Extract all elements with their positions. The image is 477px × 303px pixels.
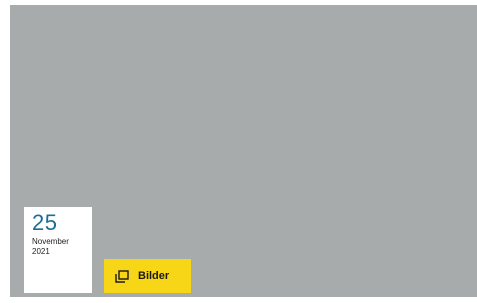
date-day: 25 [32,210,58,235]
gallery-button[interactable]: Bilder [104,259,191,293]
date-badge: 25 November 2021 [24,207,92,293]
date-year: 2021 [32,247,50,256]
teaser-image-card[interactable]: 25 November 2021 Bilder [10,5,477,297]
gallery-icon [115,269,129,283]
date-month: November [32,237,69,246]
gallery-button-label: Bilder [138,270,170,282]
